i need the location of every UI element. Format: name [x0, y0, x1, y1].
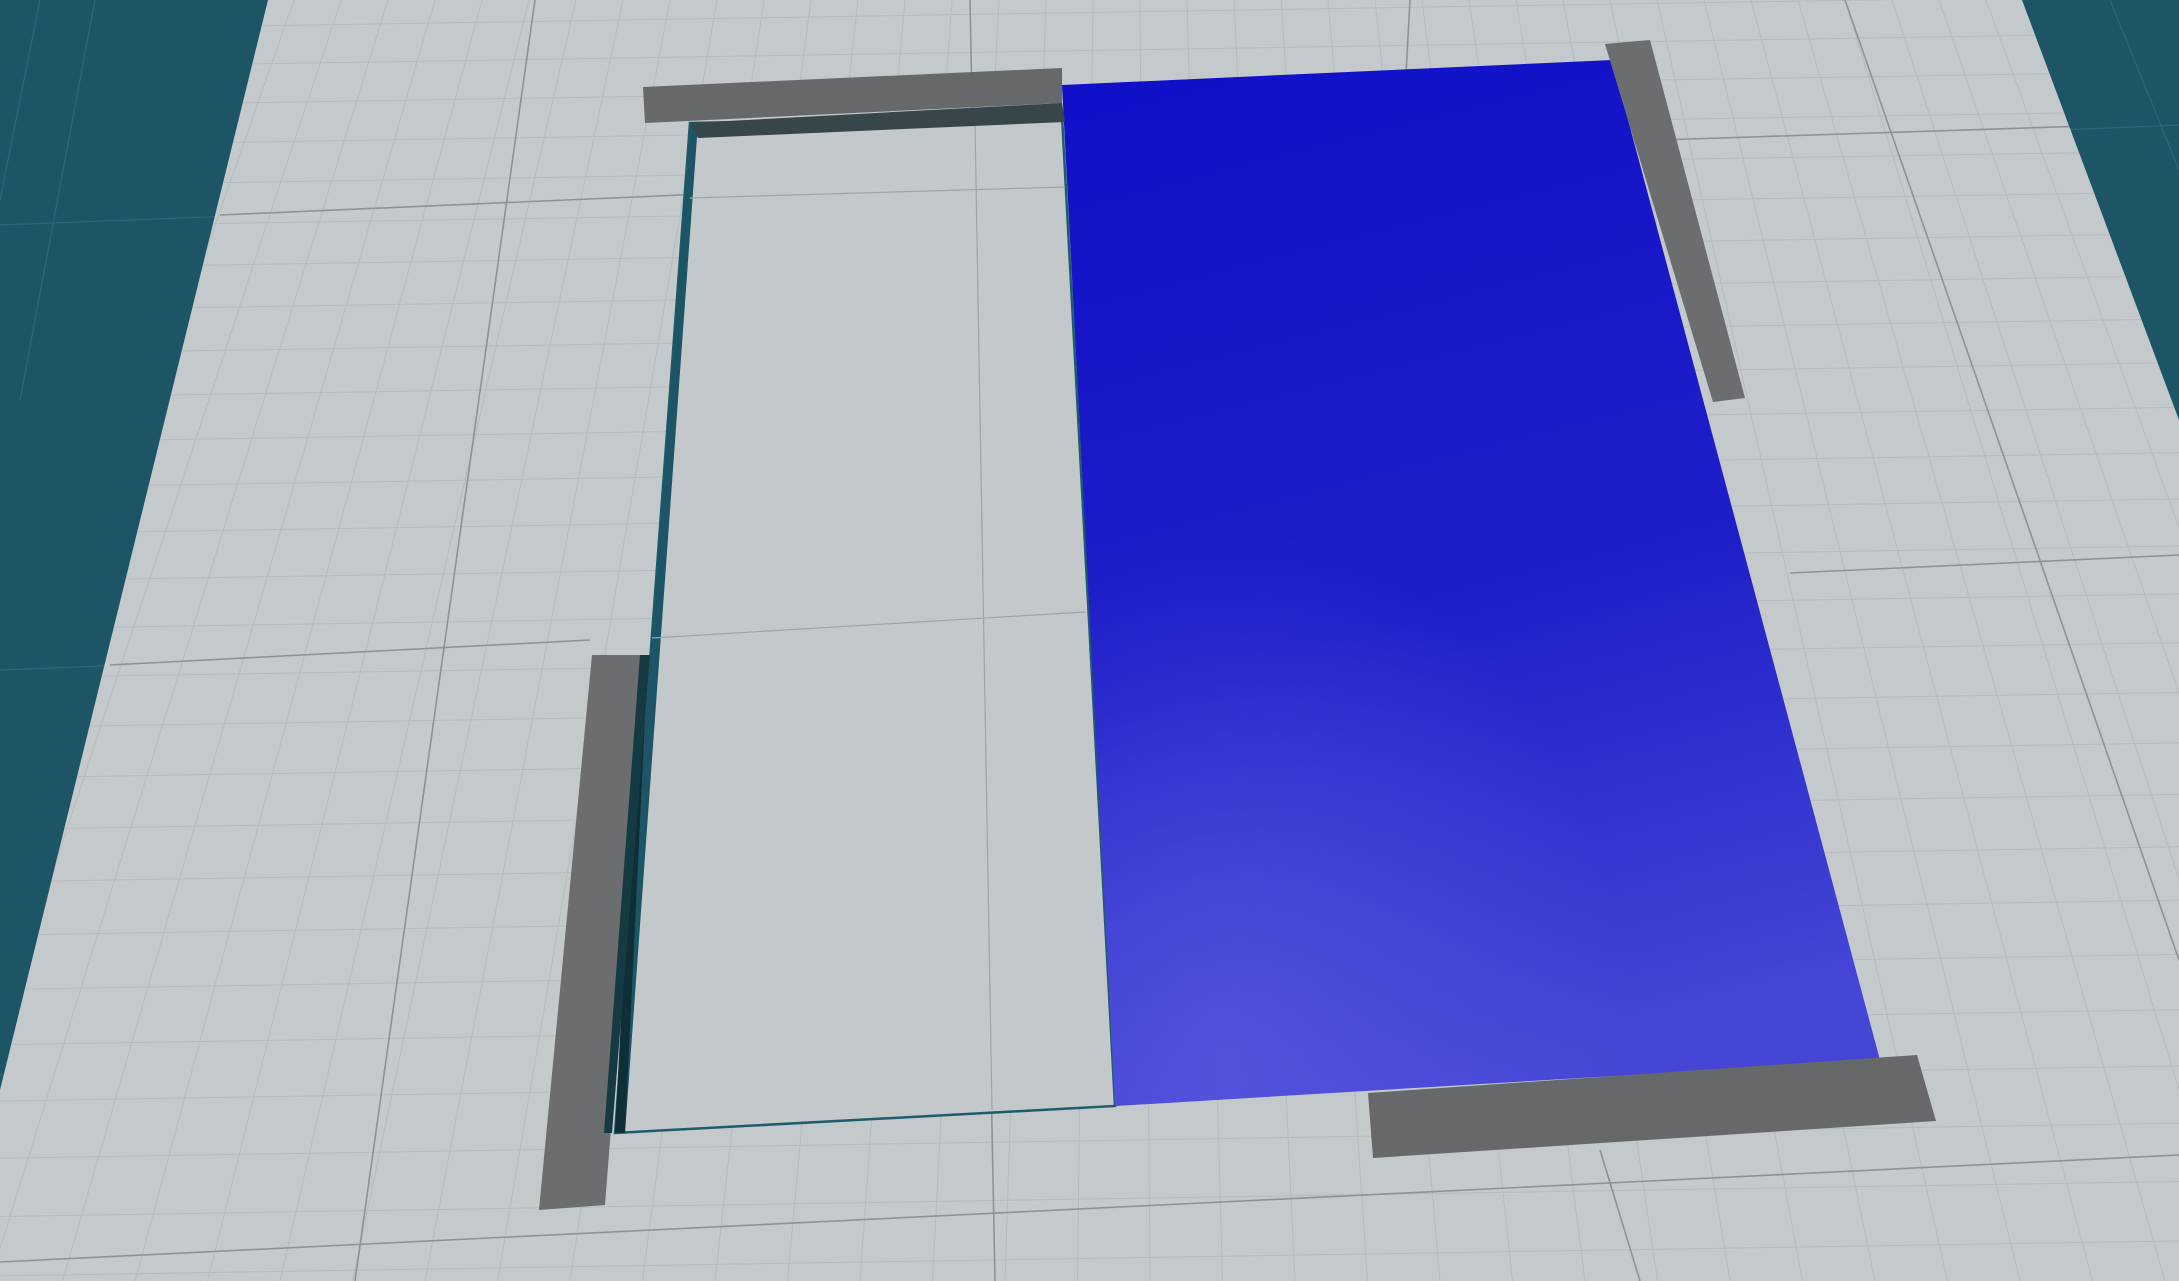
3d-viewport[interactable]	[0, 0, 2179, 1281]
empty-panel-outline[interactable]	[613, 114, 1117, 1135]
